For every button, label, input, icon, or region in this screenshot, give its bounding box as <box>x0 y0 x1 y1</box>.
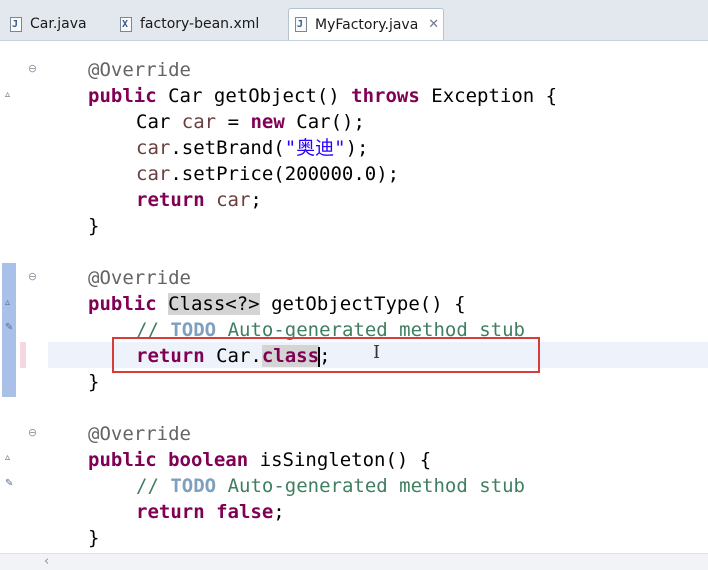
code-line: car.setPrice(200000.0); <box>136 163 400 185</box>
code-line: public Car getObject() throws Exception … <box>88 85 558 107</box>
java-file-icon: J <box>295 17 307 32</box>
tab-factory-bean-xml[interactable]: X factory-bean.xml <box>114 8 284 40</box>
code-line: @Override <box>88 59 191 81</box>
code-line: @Override <box>88 267 191 289</box>
code-line: public boolean isSingleton() { <box>88 449 432 471</box>
code-line: return false; <box>136 501 285 523</box>
code-editor[interactable]: ▵ ▵ ✎ ▵ ✎ ⊖ ⊖ ⊖ @Override public Car get… <box>0 41 708 570</box>
code-line: } <box>88 527 100 549</box>
code-line: // TODO Auto-generated method stub <box>136 475 525 497</box>
tab-label: Car.java <box>30 16 87 32</box>
code-line: } <box>88 371 100 393</box>
editor-tab-bar: J Car.java X factory-bean.xml J MyFactor… <box>0 0 708 41</box>
tab-label: factory-bean.xml <box>140 16 260 32</box>
code-text-area[interactable]: @Override public Car getObject() throws … <box>0 41 708 553</box>
mouse-ibeam-cursor-icon: I <box>373 342 381 363</box>
code-line: public Class<?> getObjectType() { <box>88 293 466 315</box>
code-line: car.setBrand("奥迪"); <box>136 137 369 159</box>
tab-label: MyFactory.java <box>315 16 419 33</box>
horizontal-scrollbar[interactable]: ‹ <box>0 553 708 570</box>
code-line: } <box>88 215 100 237</box>
scroll-left-icon[interactable]: ‹ <box>44 554 49 570</box>
close-icon[interactable]: ✕ <box>428 17 439 32</box>
tab-car-java[interactable]: J Car.java <box>4 8 112 40</box>
xml-file-icon: X <box>120 16 132 32</box>
java-file-icon: J <box>10 16 22 32</box>
code-line: return car; <box>136 189 262 211</box>
code-line: Car car = new Car(); <box>136 111 365 133</box>
highlight-box <box>112 337 540 373</box>
tab-myfactory-java[interactable]: J MyFactory.java ✕ <box>288 8 444 40</box>
code-line: @Override <box>88 423 191 445</box>
